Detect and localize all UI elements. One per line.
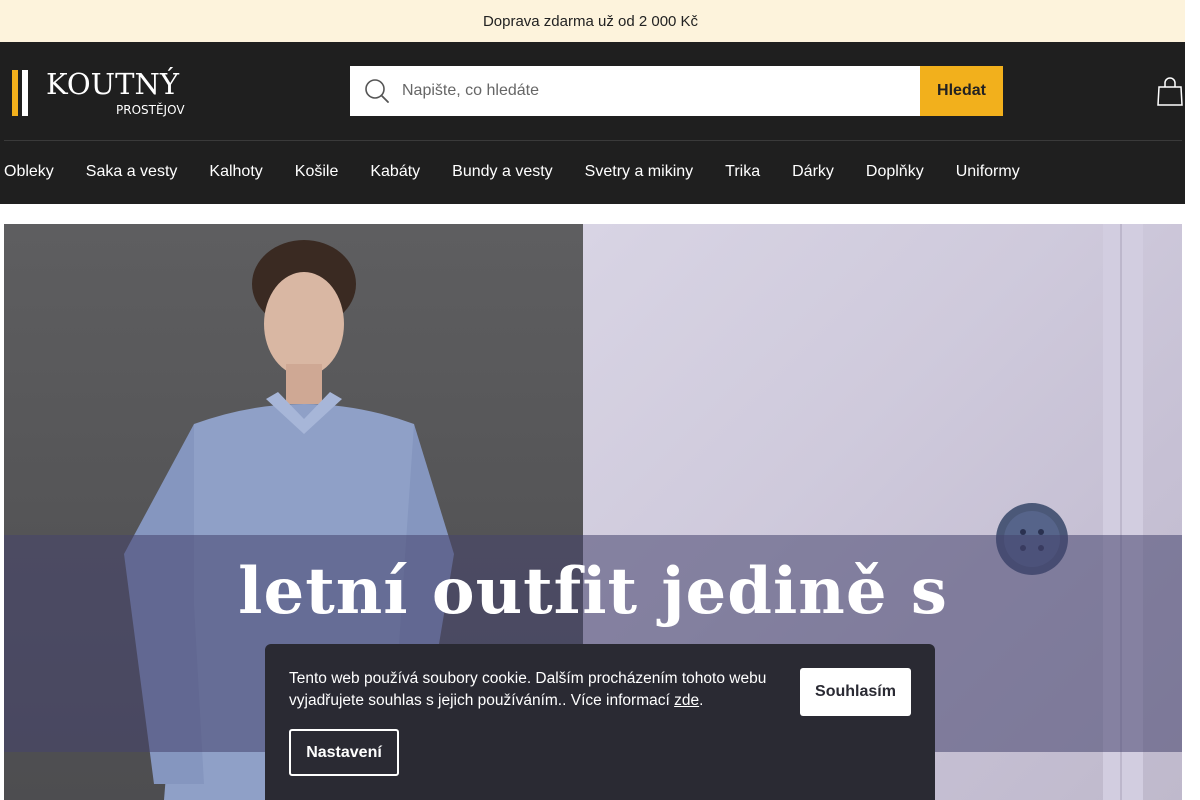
nav-item-svetry-a-mikiny[interactable]: Svetry a mikiny [585,163,693,181]
nav-item-doplnky[interactable]: Doplňky [866,163,924,181]
cart-icon[interactable] [1156,76,1184,106]
close-icon[interactable] [1153,14,1163,28]
search-box [350,66,920,116]
nav-item-obleky[interactable]: Obleky [4,163,54,181]
koutny-logo: KOUTNÝ PROSTĚJOV [12,66,185,117]
promo-text[interactable]: Doprava zdarma už od 2 000 Kč [483,13,702,30]
nav-item-saka-a-vesty[interactable]: Saka a vesty [86,163,178,181]
nav-item-trika[interactable]: Trika [725,163,760,181]
promo-bar: Doprava zdarma už od 2 000 Kč [0,0,1185,42]
nav-item-kabaty[interactable]: Kabáty [370,163,420,181]
search-icon [365,79,389,103]
logo[interactable]: KOUTNÝ PROSTĚJOV [12,62,202,120]
logo-name: KOUTNÝ [46,66,180,101]
nav-item-kalhoty[interactable]: Kalhoty [209,163,262,181]
hero-headline: letní outfit jedině s [238,554,948,629]
cookie-banner: Tento web používá soubory cookie. Dalším… [265,644,935,800]
main-nav: Obleky Saka a vesty Kalhoty Košile Kabát… [4,140,1052,204]
search-input[interactable] [402,66,920,116]
cookie-text: Tento web používá soubory cookie. Dalším… [289,668,769,712]
cookie-suffix: . [699,692,704,709]
cookie-accept-button[interactable]: Souhlasím [800,668,911,716]
logo-place: PROSTĚJOV [116,102,185,117]
nav-item-uniformy[interactable]: Uniformy [956,163,1020,181]
nav-item-kosile[interactable]: Košile [295,163,339,181]
cookie-settings-button[interactable]: Nastavení [289,729,399,776]
nav-item-bundy-a-vesty[interactable]: Bundy a vesty [452,163,553,181]
site-header: KOUTNÝ PROSTĚJOV Hledat Obleky Saka a ve… [0,42,1185,204]
nav-item-darky[interactable]: Dárky [792,163,834,181]
search-form: Hledat [350,66,1003,116]
promo-text-label: Doprava zdarma už od 2 000 Kč [482,12,699,30]
search-button[interactable]: Hledat [920,66,1003,116]
cookie-more-info-link[interactable]: zde [674,692,699,709]
